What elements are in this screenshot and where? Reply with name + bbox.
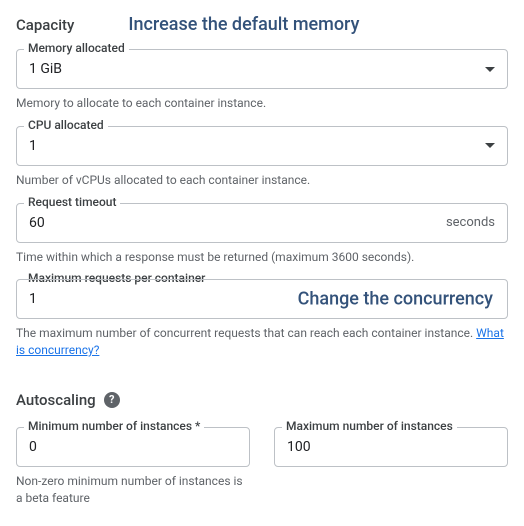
min-instances-input[interactable]	[29, 439, 237, 455]
memory-allocated-select[interactable]: 1 GiB	[16, 49, 508, 89]
cpu-allocated-value: 1	[29, 138, 477, 154]
max-instances-label: Maximum number of instances	[282, 419, 457, 433]
annotation-memory: Increase the default memory	[128, 14, 359, 35]
max-requests-helper-text: The maximum number of concurrent request…	[16, 326, 476, 340]
capacity-heading: Capacity	[16, 16, 74, 34]
min-instances-label: Minimum number of instances *	[24, 419, 204, 433]
min-instances-helper: Non-zero minimum number of instances is …	[16, 473, 250, 507]
memory-allocated-helper: Memory to allocate to each container ins…	[16, 95, 508, 112]
request-timeout-helper: Time within which a response must be ret…	[16, 249, 508, 266]
request-timeout-suffix: seconds	[446, 215, 495, 230]
max-instances-input[interactable]	[287, 439, 495, 455]
memory-allocated-value: 1 GiB	[29, 61, 477, 77]
request-timeout-input[interactable]	[29, 215, 438, 231]
cpu-allocated-helper: Number of vCPUs allocated to each contai…	[16, 172, 508, 189]
cpu-allocated-label: CPU allocated	[24, 118, 108, 132]
request-timeout-label: Request timeout	[24, 195, 120, 209]
max-requests-input[interactable]	[29, 291, 495, 307]
memory-allocated-label: Memory allocated	[24, 41, 129, 55]
max-requests-helper: The maximum number of concurrent request…	[16, 325, 508, 359]
cpu-allocated-select[interactable]: 1	[16, 126, 508, 166]
chevron-down-icon	[485, 143, 495, 148]
help-icon[interactable]: ?	[104, 392, 120, 408]
autoscaling-heading: Autoscaling	[16, 391, 96, 409]
chevron-down-icon	[485, 67, 495, 72]
